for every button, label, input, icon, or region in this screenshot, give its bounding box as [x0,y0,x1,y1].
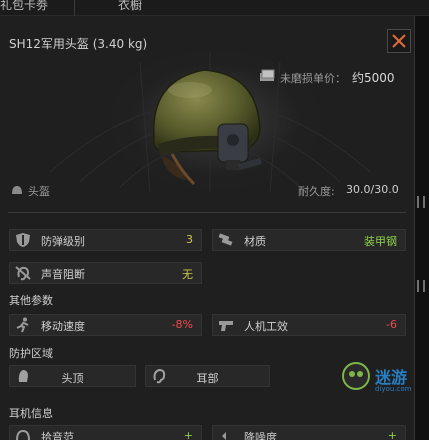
helmet-type-icon [12,186,22,194]
running-icon [16,317,29,333]
item-type-label: 头盔 [28,185,50,198]
zone-label: 头顶 [61,372,84,385]
stat-ergonomics: 人机工效 -6 [212,314,406,336]
stat-value: -8% [171,318,193,331]
section-protection: 防护区域 [9,347,53,360]
watermark-logo-icon [342,362,370,390]
ear-blocked-icon [15,266,31,281]
tab-wardrobe[interactable]: 衣橱 [118,0,142,13]
stat-label: 移动速度 [41,320,85,333]
top-tab-bar: 礼包卡劵 衣橱 [0,0,429,16]
stat-label: 人机工效 [244,320,288,333]
stat-value: -6 [386,318,397,331]
watermark-subtext: diyou.com [375,385,412,393]
headset-icon [16,429,30,440]
stat-armor-class: 防弹级别 3 [9,229,202,251]
stat-noise-reduction: 降噪度 + [212,425,406,440]
durability-value: 30.0/30.0 [346,183,399,196]
zone-head-top: 头顶 [9,365,136,387]
stat-label: 声音阻断 [41,268,85,281]
site-watermark: 迷游 diyou.com [341,360,415,398]
stat-move-speed: 移动速度 -8% [9,314,202,336]
scroll-grip[interactable] [417,196,425,208]
section-divider [8,212,406,213]
zone-label: 耳部 [196,372,219,385]
tab-divider [74,0,75,16]
zone-ears: 耳部 [145,365,270,387]
armor-plates-icon [218,233,233,246]
stat-value: 3 [186,233,193,246]
stat-label: 拾音范 [41,431,74,440]
close-icon [392,34,406,48]
right-scroll-rail[interactable] [415,16,429,440]
price-value: 约5000 [352,71,395,85]
stat-value: + [387,429,397,440]
close-button[interactable] [387,29,411,53]
stat-value: 无 [182,268,193,281]
stat-value: 装甲钢 [364,235,397,248]
shield-icon [16,233,30,247]
stat-value: + [183,429,193,440]
money-icon [260,69,275,81]
stat-label: 防弹级别 [41,235,85,248]
section-other-params: 其他参数 [9,294,53,307]
pistol-icon [219,321,233,331]
scroll-grip[interactable] [417,280,425,292]
section-headset: 耳机信息 [9,407,53,420]
helmet-image [152,69,262,186]
stat-label: 材质 [244,235,266,248]
stat-label: 降噪度 [244,431,277,440]
noise-icon [219,432,226,440]
item-title: SH12军用头盔 (3.40 kg) [9,37,148,51]
tab-gift-cards[interactable]: 礼包卡劵 [0,0,48,13]
price-label: 未磨损单价： [280,72,346,85]
stat-sound-block: 声音阻断 无 [9,262,202,284]
durability-label: 耐久度: [298,185,335,198]
stat-material: 材质 装甲钢 [212,229,406,251]
stat-pickup-range: 拾音范 + [9,425,202,440]
